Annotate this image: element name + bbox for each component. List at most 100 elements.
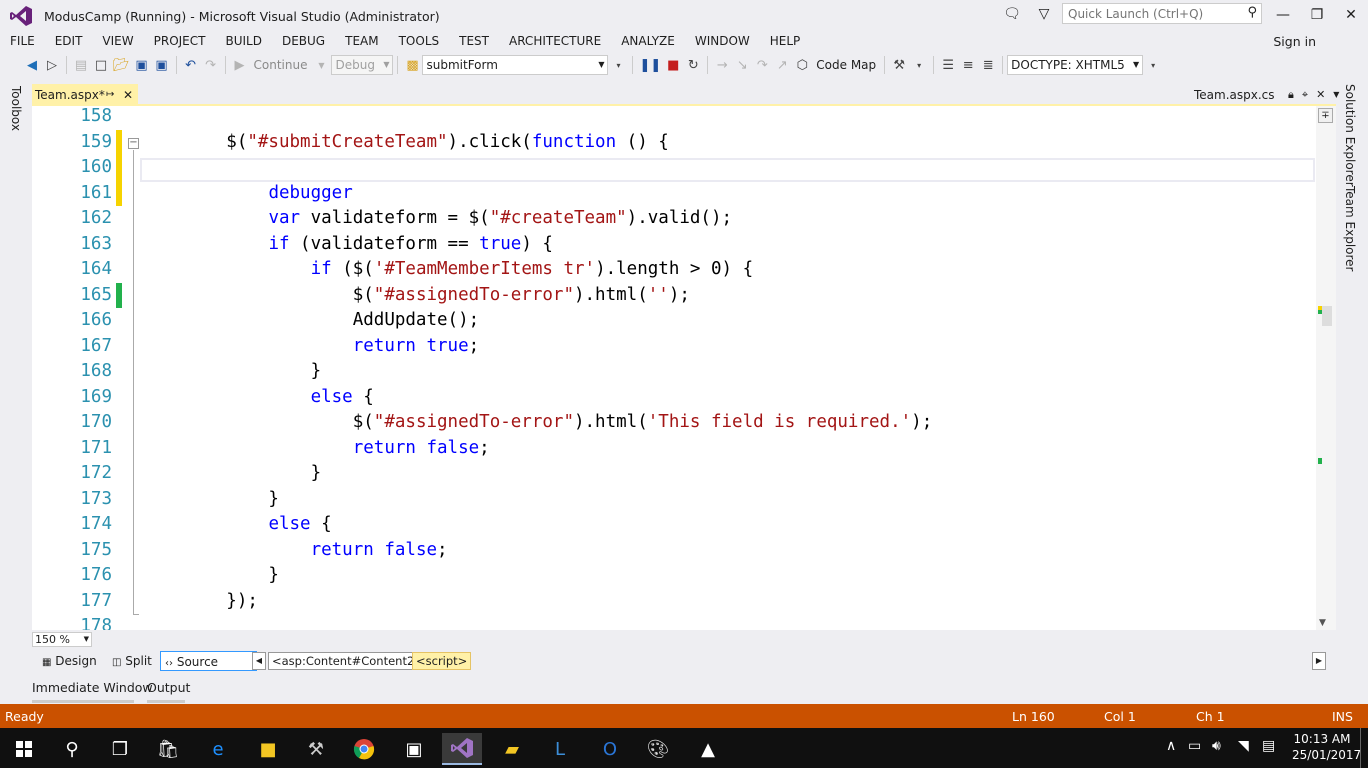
undo-icon[interactable]: ↶ (181, 54, 201, 76)
function-navigation-select[interactable]: submitForm ▼ (422, 55, 609, 75)
menu-view[interactable]: VIEW (92, 32, 143, 52)
scrollbar-thumb[interactable] (1322, 306, 1332, 326)
code-line[interactable]: 176 } (32, 563, 1202, 589)
code-line[interactable]: 158 (32, 106, 1202, 130)
menu-edit[interactable]: EDIT (45, 32, 93, 52)
menu-project[interactable]: PROJECT (144, 32, 216, 52)
close-tab-icon[interactable]: ✕ (1316, 84, 1325, 106)
tab-team-aspx-cs[interactable]: Team.aspx.cs (1194, 84, 1275, 106)
edge-browser-icon[interactable]: e (198, 733, 238, 765)
feedback-icon[interactable]: 🗨 (1003, 5, 1021, 23)
step-out-icon[interactable]: ↗ (772, 54, 792, 76)
code-line[interactable]: 164 if ($('#TeamMemberItems tr').length … (32, 257, 1202, 283)
split-view-button[interactable]: ◫ Split (108, 651, 160, 671)
task-view-icon[interactable]: ❐ (100, 733, 140, 765)
menu-build[interactable]: BUILD (215, 32, 271, 52)
sign-in-link[interactable]: Sign in (1273, 34, 1316, 49)
photos-icon[interactable]: ▲ (688, 733, 728, 765)
volume-icon[interactable]: 🔊︎ (1212, 738, 1221, 754)
break-all-icon[interactable]: ❚❚ (637, 54, 663, 76)
code-map-icon[interactable]: ⬡ (792, 54, 812, 76)
comment-icon[interactable]: ≣ (978, 54, 998, 76)
code-map-button[interactable]: Code Map (812, 58, 880, 72)
tab-output[interactable]: Output (147, 680, 190, 696)
step-over-icon[interactable]: ↷ (752, 54, 772, 76)
store-icon[interactable]: 🛍︎ (148, 733, 188, 765)
document-icon[interactable]: ☰ (938, 54, 958, 76)
code-line[interactable]: 160 (32, 155, 1202, 181)
code-editor[interactable]: 158 159 $("#submitCreateTeam").click(func… (32, 106, 1336, 630)
show-desktop-button[interactable] (1360, 728, 1361, 768)
crumb-right-icon[interactable]: ▶ (1312, 652, 1326, 670)
tab-immediate-window[interactable]: Immediate Window (32, 680, 153, 696)
stop-debugging-icon[interactable]: ■ (663, 54, 683, 76)
team-explorer-tab[interactable]: Team Explorer (1343, 186, 1357, 272)
split-window-icon[interactable]: ∓ (1318, 108, 1333, 123)
vertical-scrollbar[interactable]: ∓ ▼ (1316, 106, 1336, 630)
quick-launch-input[interactable] (1063, 4, 1238, 23)
tab-dropdown-icon[interactable]: ▼ (1333, 84, 1339, 106)
visual-studio-icon[interactable] (442, 733, 482, 765)
code-line[interactable]: 172 } (32, 461, 1202, 487)
close-window-button[interactable]: ✕ (1334, 0, 1368, 30)
wifi-icon[interactable]: ◥ (1238, 738, 1249, 754)
continue-button[interactable]: Continue (250, 58, 312, 72)
code-line[interactable]: 162 var validateform = $("#createTeam").… (32, 206, 1202, 232)
battery-icon[interactable]: ▭ (1188, 738, 1201, 754)
scroll-down-icon[interactable]: ▼ (1319, 618, 1326, 628)
search-icon[interactable]: ⚲ (52, 733, 92, 765)
code-line[interactable]: 174 else { (32, 512, 1202, 538)
open-file-icon[interactable]: 📂︎ (111, 54, 132, 76)
pin-icon[interactable]: ⌖ (1302, 84, 1308, 106)
doctype-select[interactable]: DOCTYPE: XHTML5 ▼ (1007, 55, 1144, 75)
solution-explorer-tab[interactable]: Solution Explorer (1343, 84, 1357, 187)
format-icon[interactable]: ≡ (958, 54, 978, 76)
code-line[interactable]: 167 return true; (32, 334, 1202, 360)
code-line[interactable]: 173 } (32, 487, 1202, 513)
menu-test[interactable]: TEST (449, 32, 499, 52)
paint-icon[interactable]: 🎨︎ (638, 733, 678, 765)
code-line[interactable]: 177 }); (32, 589, 1202, 615)
continue-play-icon[interactable]: ▶ (230, 54, 250, 76)
source-view-button[interactable]: ‹› Source (160, 651, 257, 671)
code-line[interactable]: 159 $("#submitCreateTeam").click(functio… (32, 129, 1202, 155)
code-line[interactable]: 161 debugger (32, 180, 1202, 206)
minimize-button[interactable]: — (1266, 0, 1300, 30)
folder-icon[interactable]: ▰ (492, 733, 532, 765)
notification-icon[interactable]: ▤ (1262, 738, 1275, 754)
menu-window[interactable]: WINDOW (685, 32, 760, 52)
new-project-icon[interactable]: ▤ (71, 54, 91, 76)
toolbar-overflow-icon[interactable]: ▾ (909, 54, 929, 76)
code-line[interactable]: 163 if (validateform == true) { (32, 232, 1202, 258)
quick-launch[interactable]: ⚲ (1062, 3, 1262, 24)
show-next-statement-icon[interactable]: → (712, 54, 732, 76)
command-prompt-icon[interactable]: ▣ (394, 733, 434, 765)
back-icon[interactable]: ◀︎ (22, 54, 42, 76)
outlook-icon[interactable]: O (590, 733, 630, 765)
breadcrumb-content[interactable]: <asp:Content#Content2> (268, 652, 428, 670)
code-line[interactable]: 165 $("#assignedTo-error").html(''); (32, 282, 1202, 308)
redo-icon[interactable]: ↷ (201, 54, 221, 76)
forward-icon[interactable]: ▷ (42, 54, 62, 76)
show-hidden-icons-icon[interactable]: ∧ (1166, 738, 1176, 754)
collapse-icon[interactable]: − (128, 138, 139, 149)
new-item-icon[interactable]: □ (91, 54, 111, 76)
close-tab-icon[interactable]: ✕ (123, 84, 133, 106)
restore-button[interactable]: ❐ (1300, 0, 1334, 30)
filter-icon[interactable]: ▽ (1035, 5, 1053, 23)
clock[interactable]: 10:13 AM 25/01/2017 (1292, 731, 1361, 763)
crumb-left-icon[interactable]: ◀ (252, 652, 266, 670)
search-icon[interactable]: ⚲ (1247, 5, 1257, 20)
lync-icon[interactable]: L (540, 733, 580, 765)
tools-icon[interactable]: ⚒ (296, 733, 336, 765)
save-all-icon[interactable]: ▣ (152, 54, 172, 76)
code-line[interactable]: 170 $("#assignedTo-error").html('This fi… (32, 410, 1202, 436)
solution-configuration-select[interactable]: Debug ▼ (331, 55, 394, 75)
code-line[interactable]: 178 (32, 614, 1202, 630)
file-explorer-icon[interactable]: ■ (248, 733, 288, 765)
code-line[interactable]: 171 return false; (32, 436, 1202, 462)
tab-team-aspx[interactable]: Team.aspx* ↦ ✕ (32, 84, 138, 106)
step-into-icon[interactable]: ↘ (732, 54, 752, 76)
toolbar-overflow-icon[interactable]: ▾ (1143, 54, 1163, 76)
code-line[interactable]: 175 return false; (32, 538, 1202, 564)
